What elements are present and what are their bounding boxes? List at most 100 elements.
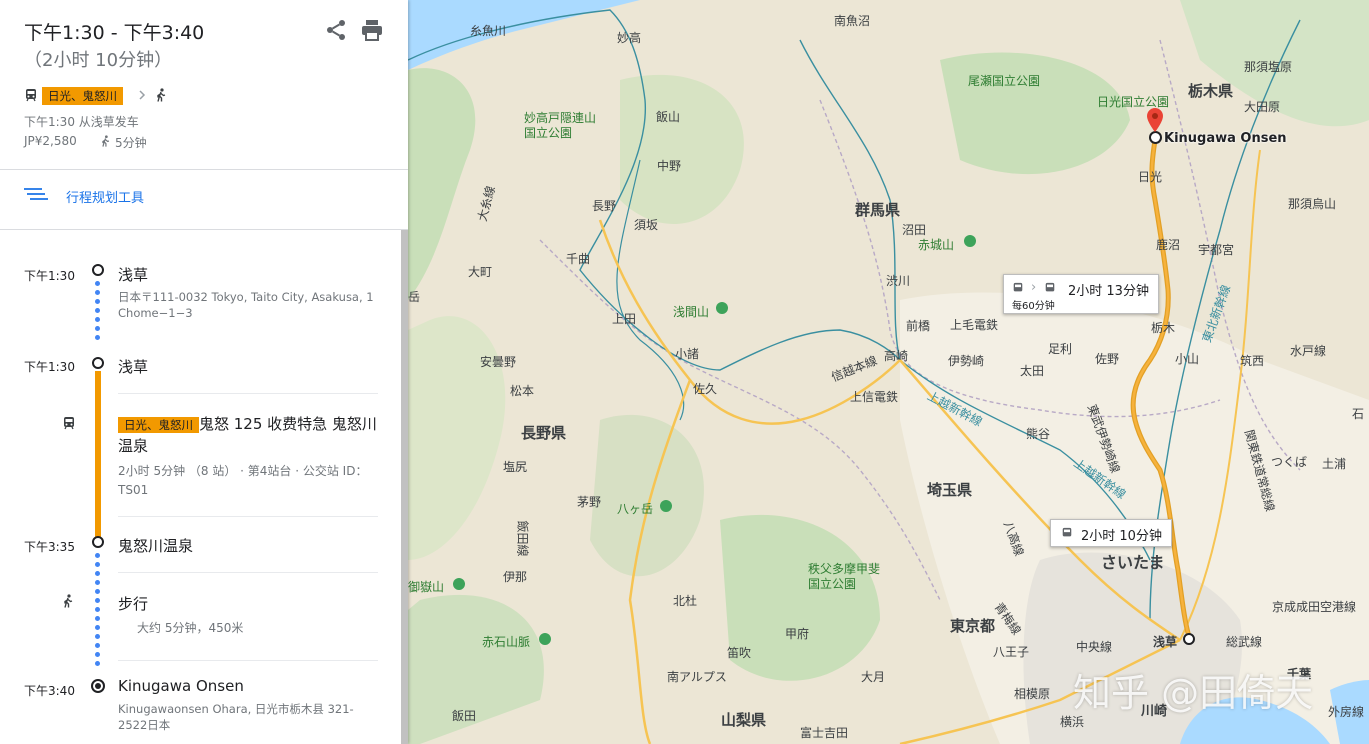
park-label: 秩父多摩甲斐 国立公園 [808, 562, 881, 591]
map-label: 上信電鉄 [850, 390, 899, 404]
park-label: 御嶽山 [408, 580, 445, 594]
walk-title[interactable]: 步行 [118, 593, 148, 614]
park-label: 八ヶ岳 [617, 502, 654, 516]
map-label: 安曇野 [480, 355, 517, 369]
fare: JP¥2,580 [24, 134, 77, 148]
transit-title[interactable]: 日光、鬼怒川 鬼怒 125 收费特急 鬼怒川温泉 [118, 414, 380, 457]
map-label: 飯山 [656, 110, 681, 124]
divider [118, 516, 378, 517]
step-time: 下午1:30 [24, 360, 75, 374]
directions-panel: 下午1:30 - 下午3:40 （2小时 10分钟） 日光、鬼怒川 下午1:30… [0, 0, 408, 744]
trip-planner-label[interactable]: 行程规划工具 [66, 187, 144, 206]
map-label: 佐久 [693, 382, 718, 396]
map-label: 飯田 [452, 709, 477, 723]
map-label: 千曲 [566, 252, 591, 266]
map-label: 糸魚川 [470, 24, 507, 38]
map-label: 那須烏山 [1288, 197, 1337, 211]
destination-address: Kinugawaonsen Ohara, 日光市栃木县 321-2522日本 [118, 702, 354, 732]
walk-icon [155, 87, 167, 105]
scrollbar[interactable] [401, 230, 408, 744]
route-callout[interactable]: 2小时 10分钟 [1050, 519, 1172, 547]
map-label: 栃木 [1151, 321, 1176, 335]
divider [0, 169, 408, 170]
map-label: 笛吹 [727, 646, 752, 660]
map-label: 大田原 [1244, 100, 1281, 114]
map-label: 北杜 [673, 594, 698, 608]
destination-name[interactable]: Kinugawa Onsen [118, 677, 244, 695]
map-label: 伊那 [503, 570, 528, 584]
walk-path-dots [95, 553, 100, 670]
alt-route-frequency: 每60分钟 [1012, 301, 1055, 312]
map-label: 中野 [657, 159, 682, 173]
line-badge: 日光、鬼怒川 [118, 417, 199, 433]
map-label: 那須塩原 [1244, 60, 1293, 74]
stop-marker [92, 264, 104, 276]
alt-route-callout[interactable]: › 2小时 13分钟 每60分钟 [1003, 274, 1159, 314]
map-label: 外房線 [1328, 705, 1365, 719]
prefecture-label: 群馬県 [855, 201, 901, 219]
train-icon [1044, 282, 1056, 298]
park-marker-icon[interactable] [453, 578, 465, 590]
park-marker-icon[interactable] [660, 500, 672, 512]
map-label: 佐野 [1095, 352, 1120, 366]
map-label: 小諸 [675, 347, 700, 361]
route-time: 2小时 10分钟 [1081, 529, 1162, 544]
trip-planner-link[interactable]: 行程规划工具 [24, 186, 144, 206]
prefecture-label: 東京都 [950, 617, 996, 635]
stop-name[interactable]: 鬼怒川温泉 [118, 535, 193, 556]
map-label: 高崎 [884, 349, 909, 363]
train-icon [62, 415, 76, 430]
park-label: 日光国立公園 [1097, 95, 1170, 109]
park-label: 浅間山 [673, 305, 710, 319]
map-label: 南魚沼 [834, 14, 871, 28]
step-time: 下午3:40 [24, 684, 75, 698]
destination-marker [91, 679, 105, 693]
park-marker-icon[interactable] [964, 235, 976, 247]
prefecture-label: 埼玉県 [927, 481, 973, 499]
map-label: 上田 [612, 312, 637, 326]
stop-name[interactable]: 浅草 [118, 264, 148, 285]
walk-icon [62, 593, 76, 608]
route-summary: 日光、鬼怒川 [24, 86, 167, 106]
prefecture-label: 栃木県 [1188, 82, 1234, 100]
train-icon [1012, 282, 1024, 298]
train-icon [24, 88, 38, 105]
origin-marker[interactable] [1183, 633, 1195, 645]
stop-name[interactable]: 浅草 [118, 356, 148, 377]
park-marker-icon[interactable] [716, 302, 728, 314]
map-label: 須坂 [634, 218, 659, 232]
map-label: 中央線 [1076, 640, 1113, 654]
trip-time-range: 下午1:30 - 下午3:40 [24, 22, 205, 44]
trip-duration: （2小时 10分钟） [24, 50, 173, 71]
line-badge: 日光、鬼怒川 [42, 87, 123, 105]
city-label: さいたま [1101, 553, 1165, 572]
walk-detail: 大约 5分钟，450米 [137, 621, 244, 635]
lines-icon [24, 186, 48, 206]
prefecture-label: 長野県 [521, 424, 567, 442]
step-time: 下午3:35 [24, 540, 75, 554]
map-label: 筑西 [1240, 354, 1265, 368]
watermark: 知乎 @田倚天 [1073, 671, 1314, 715]
map-label: 甲府 [785, 627, 810, 641]
park-marker-icon[interactable] [539, 633, 551, 645]
map-label: 岳 [408, 290, 421, 304]
prefecture-label: 山梨県 [721, 711, 767, 729]
share-icon[interactable] [324, 18, 348, 42]
destination-pin-icon[interactable] [1147, 108, 1163, 136]
map-label: 前橋 [906, 319, 931, 333]
walk-path-dots [95, 281, 100, 344]
map-label: 松本 [510, 384, 535, 398]
map-label: 石 [1352, 407, 1365, 421]
map-label: 総武線 [1226, 635, 1263, 649]
map-label: 妙高 [617, 31, 642, 45]
transit-line-segment [95, 371, 101, 537]
map-label: 太田 [1020, 364, 1045, 378]
print-icon[interactable] [360, 18, 384, 42]
park-label: 赤城山 [918, 238, 955, 252]
divider [118, 393, 378, 394]
map-label: 熊谷 [1026, 427, 1051, 441]
map-label: 長野 [592, 199, 617, 213]
destination-label[interactable]: Kinugawa Onsen [1164, 131, 1287, 146]
map-label: 日光 [1138, 170, 1163, 184]
park-label: 妙高戸隠連山 国立公園 [524, 111, 597, 140]
